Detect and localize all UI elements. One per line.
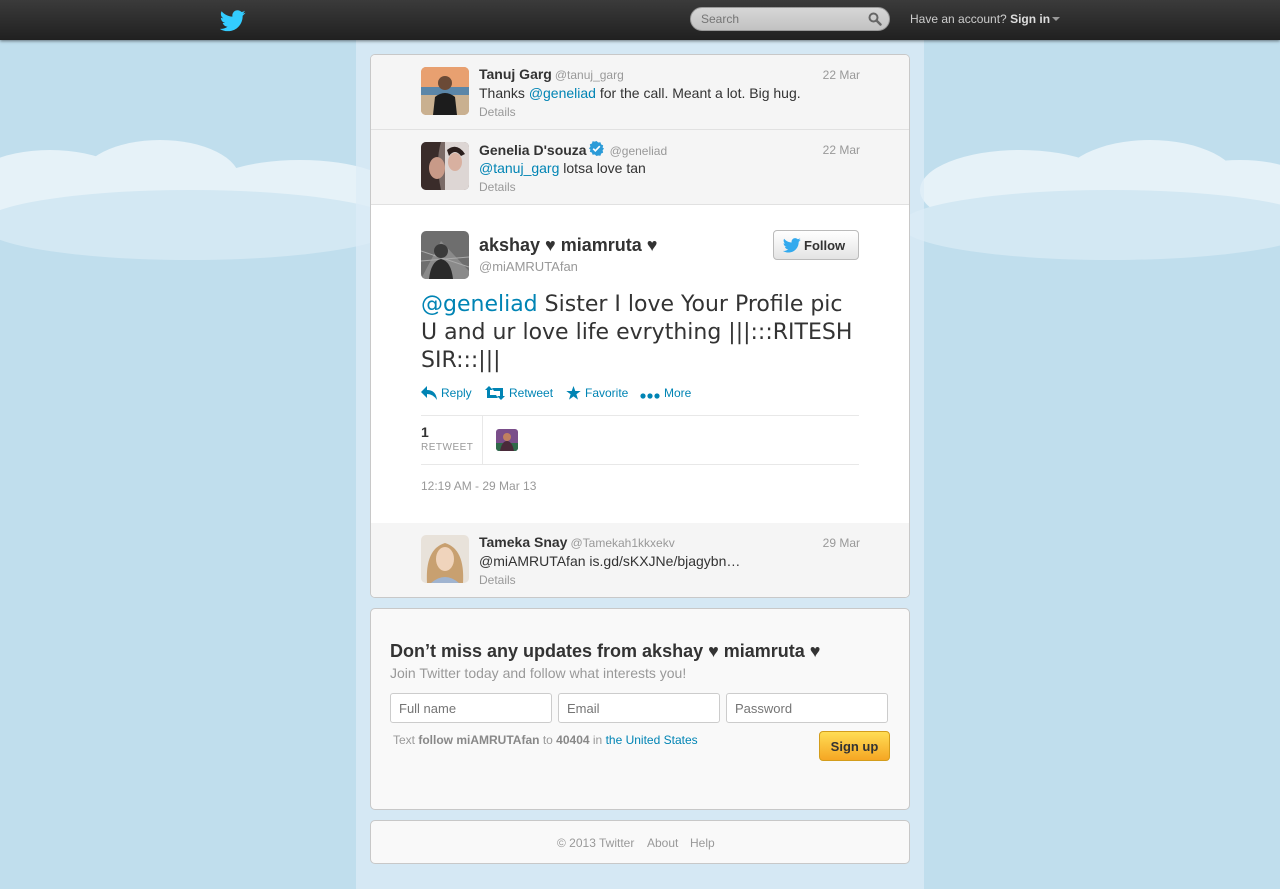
- tweet-link-text[interactable]: @miAMRUTAfan is.gd/sKXJNe/bjagybn…: [479, 553, 740, 569]
- tweet-text-post: lotsa love tan: [559, 160, 646, 176]
- favorite-label: Favorite: [585, 386, 629, 400]
- tweet-author[interactable]: Tanuj Garg @tanuj_garg: [479, 66, 624, 82]
- reply-icon: [421, 386, 437, 400]
- author-name: Tameka Snay: [479, 534, 568, 550]
- sms-in-label: in: [592, 733, 603, 747]
- footer: © 2013 Twitter About Help: [370, 820, 910, 864]
- details-link[interactable]: Details: [479, 180, 516, 194]
- twitter-bird-icon[interactable]: [220, 10, 246, 32]
- retweet-count-label: RETWEET: [421, 442, 474, 453]
- tweet-text-post: for the call. Meant a lot. Big hug.: [595, 85, 801, 101]
- tweet-author-name[interactable]: akshay ♥ miamruta ♥: [479, 235, 657, 256]
- mention-link[interactable]: @geneliad: [421, 292, 538, 317]
- more-dots-icon: [640, 393, 660, 399]
- search-input[interactable]: [701, 11, 861, 27]
- reply-button[interactable]: Reply: [421, 386, 472, 400]
- tweet-date[interactable]: 22 Mar: [823, 68, 860, 82]
- signup-subtitle: Join Twitter today and follow what inter…: [390, 665, 687, 681]
- retweet-icon: [485, 386, 505, 400]
- tweet-author[interactable]: Tameka Snay @Tamekah1kkxekv: [479, 534, 675, 550]
- about-link[interactable]: About: [647, 836, 678, 850]
- follow-button[interactable]: Follow: [773, 230, 859, 260]
- mention-link[interactable]: @geneliad: [529, 85, 596, 101]
- tweet-text: @tanuj_garg lotsa love tan: [479, 160, 646, 176]
- help-link[interactable]: Help: [690, 836, 715, 850]
- avatar[interactable]: [421, 67, 469, 115]
- email-field[interactable]: [558, 693, 720, 723]
- copyright-text: © 2013 Twitter: [557, 836, 635, 850]
- tweet-item[interactable]: Tameka Snay @Tamekah1kkxekv 29 Mar @miAMR…: [371, 523, 909, 597]
- more-label: More: [664, 386, 692, 400]
- more-button[interactable]: More: [640, 386, 691, 400]
- star-icon: [566, 386, 581, 400]
- avatar[interactable]: [421, 231, 469, 279]
- verified-badge-icon: [588, 141, 604, 156]
- sign-up-button[interactable]: Sign up: [819, 731, 890, 761]
- reply-label: Reply: [441, 386, 472, 400]
- search-box: [690, 7, 890, 31]
- retweeter-avatar[interactable]: [496, 429, 518, 451]
- twitter-bird-icon: [783, 238, 801, 253]
- retweet-label: Retweet: [509, 386, 554, 400]
- chevron-down-icon[interactable]: [1052, 17, 1061, 21]
- tweet-item[interactable]: Tanuj Garg @tanuj_garg 22 Mar Thanks @gen…: [371, 55, 909, 130]
- have-account-text: Have an account?: [910, 12, 1007, 26]
- sms-command: follow miAMRUTAfan: [418, 733, 540, 747]
- tweet-text: Thanks @geneliad for the call. Meant a l…: [479, 85, 801, 101]
- author-name: Genelia D'souza: [479, 142, 587, 158]
- sign-in-link[interactable]: Sign in: [1010, 12, 1050, 26]
- tweet-author-handle[interactable]: @miAMRUTAfan: [479, 259, 578, 274]
- sms-number: 40404: [556, 733, 590, 747]
- country-link[interactable]: the United States: [606, 733, 698, 747]
- tweet-timestamp[interactable]: 12:19 AM - 29 Mar 13: [421, 479, 536, 493]
- favorite-button[interactable]: Favorite: [566, 386, 628, 400]
- signup-card: Don’t miss any updates from akshay ♥ mia…: [370, 608, 910, 810]
- tweet-stats: 1 RETWEET: [421, 415, 859, 465]
- author-name: Tanuj Garg: [479, 66, 552, 82]
- full-name-field[interactable]: [390, 693, 552, 723]
- account-menu: Have an account? Sign in: [910, 12, 1061, 26]
- avatar[interactable]: [421, 142, 469, 190]
- retweet-count[interactable]: 1: [421, 424, 429, 440]
- author-handle: @tanuj_garg: [554, 68, 624, 82]
- stats-divider: [482, 416, 483, 464]
- password-field[interactable]: [726, 693, 888, 723]
- sms-instructions: Text follow miAMRUTAfan to 40404 in the …: [393, 733, 698, 747]
- details-link[interactable]: Details: [479, 105, 516, 119]
- sms-to-label: to: [542, 733, 553, 747]
- signup-title: Don’t miss any updates from akshay ♥ mia…: [390, 641, 821, 661]
- tweet-date[interactable]: 22 Mar: [823, 143, 860, 157]
- retweet-button[interactable]: Retweet: [485, 386, 553, 400]
- avatar[interactable]: [421, 535, 469, 583]
- mention-link[interactable]: @tanuj_garg: [479, 160, 559, 176]
- conversation-card: Tanuj Garg @tanuj_garg 22 Mar Thanks @gen…: [370, 54, 910, 598]
- follow-label: Follow: [804, 238, 846, 253]
- author-handle: @geneliad: [609, 144, 668, 158]
- sms-text-label: Text: [393, 733, 416, 747]
- tweet-text: @geneliad Sister I love Your Profile pic…: [421, 291, 861, 375]
- author-handle: @Tamekah1kkxekv: [570, 536, 675, 550]
- top-bar: Have an account? Sign in: [0, 0, 1280, 40]
- tweet-date[interactable]: 29 Mar: [823, 536, 860, 550]
- tweet-author[interactable]: Genelia D'souza @geneliad: [479, 141, 667, 158]
- search-icon[interactable]: [868, 12, 882, 26]
- tweet-item[interactable]: Genelia D'souza @geneliad 22 Mar @tanuj_…: [371, 130, 909, 205]
- details-link[interactable]: Details: [479, 573, 516, 587]
- tweet-text-pre: Thanks: [479, 85, 529, 101]
- main-tweet: akshay ♥ miamruta ♥ @miAMRUTAfan Follow …: [371, 205, 909, 524]
